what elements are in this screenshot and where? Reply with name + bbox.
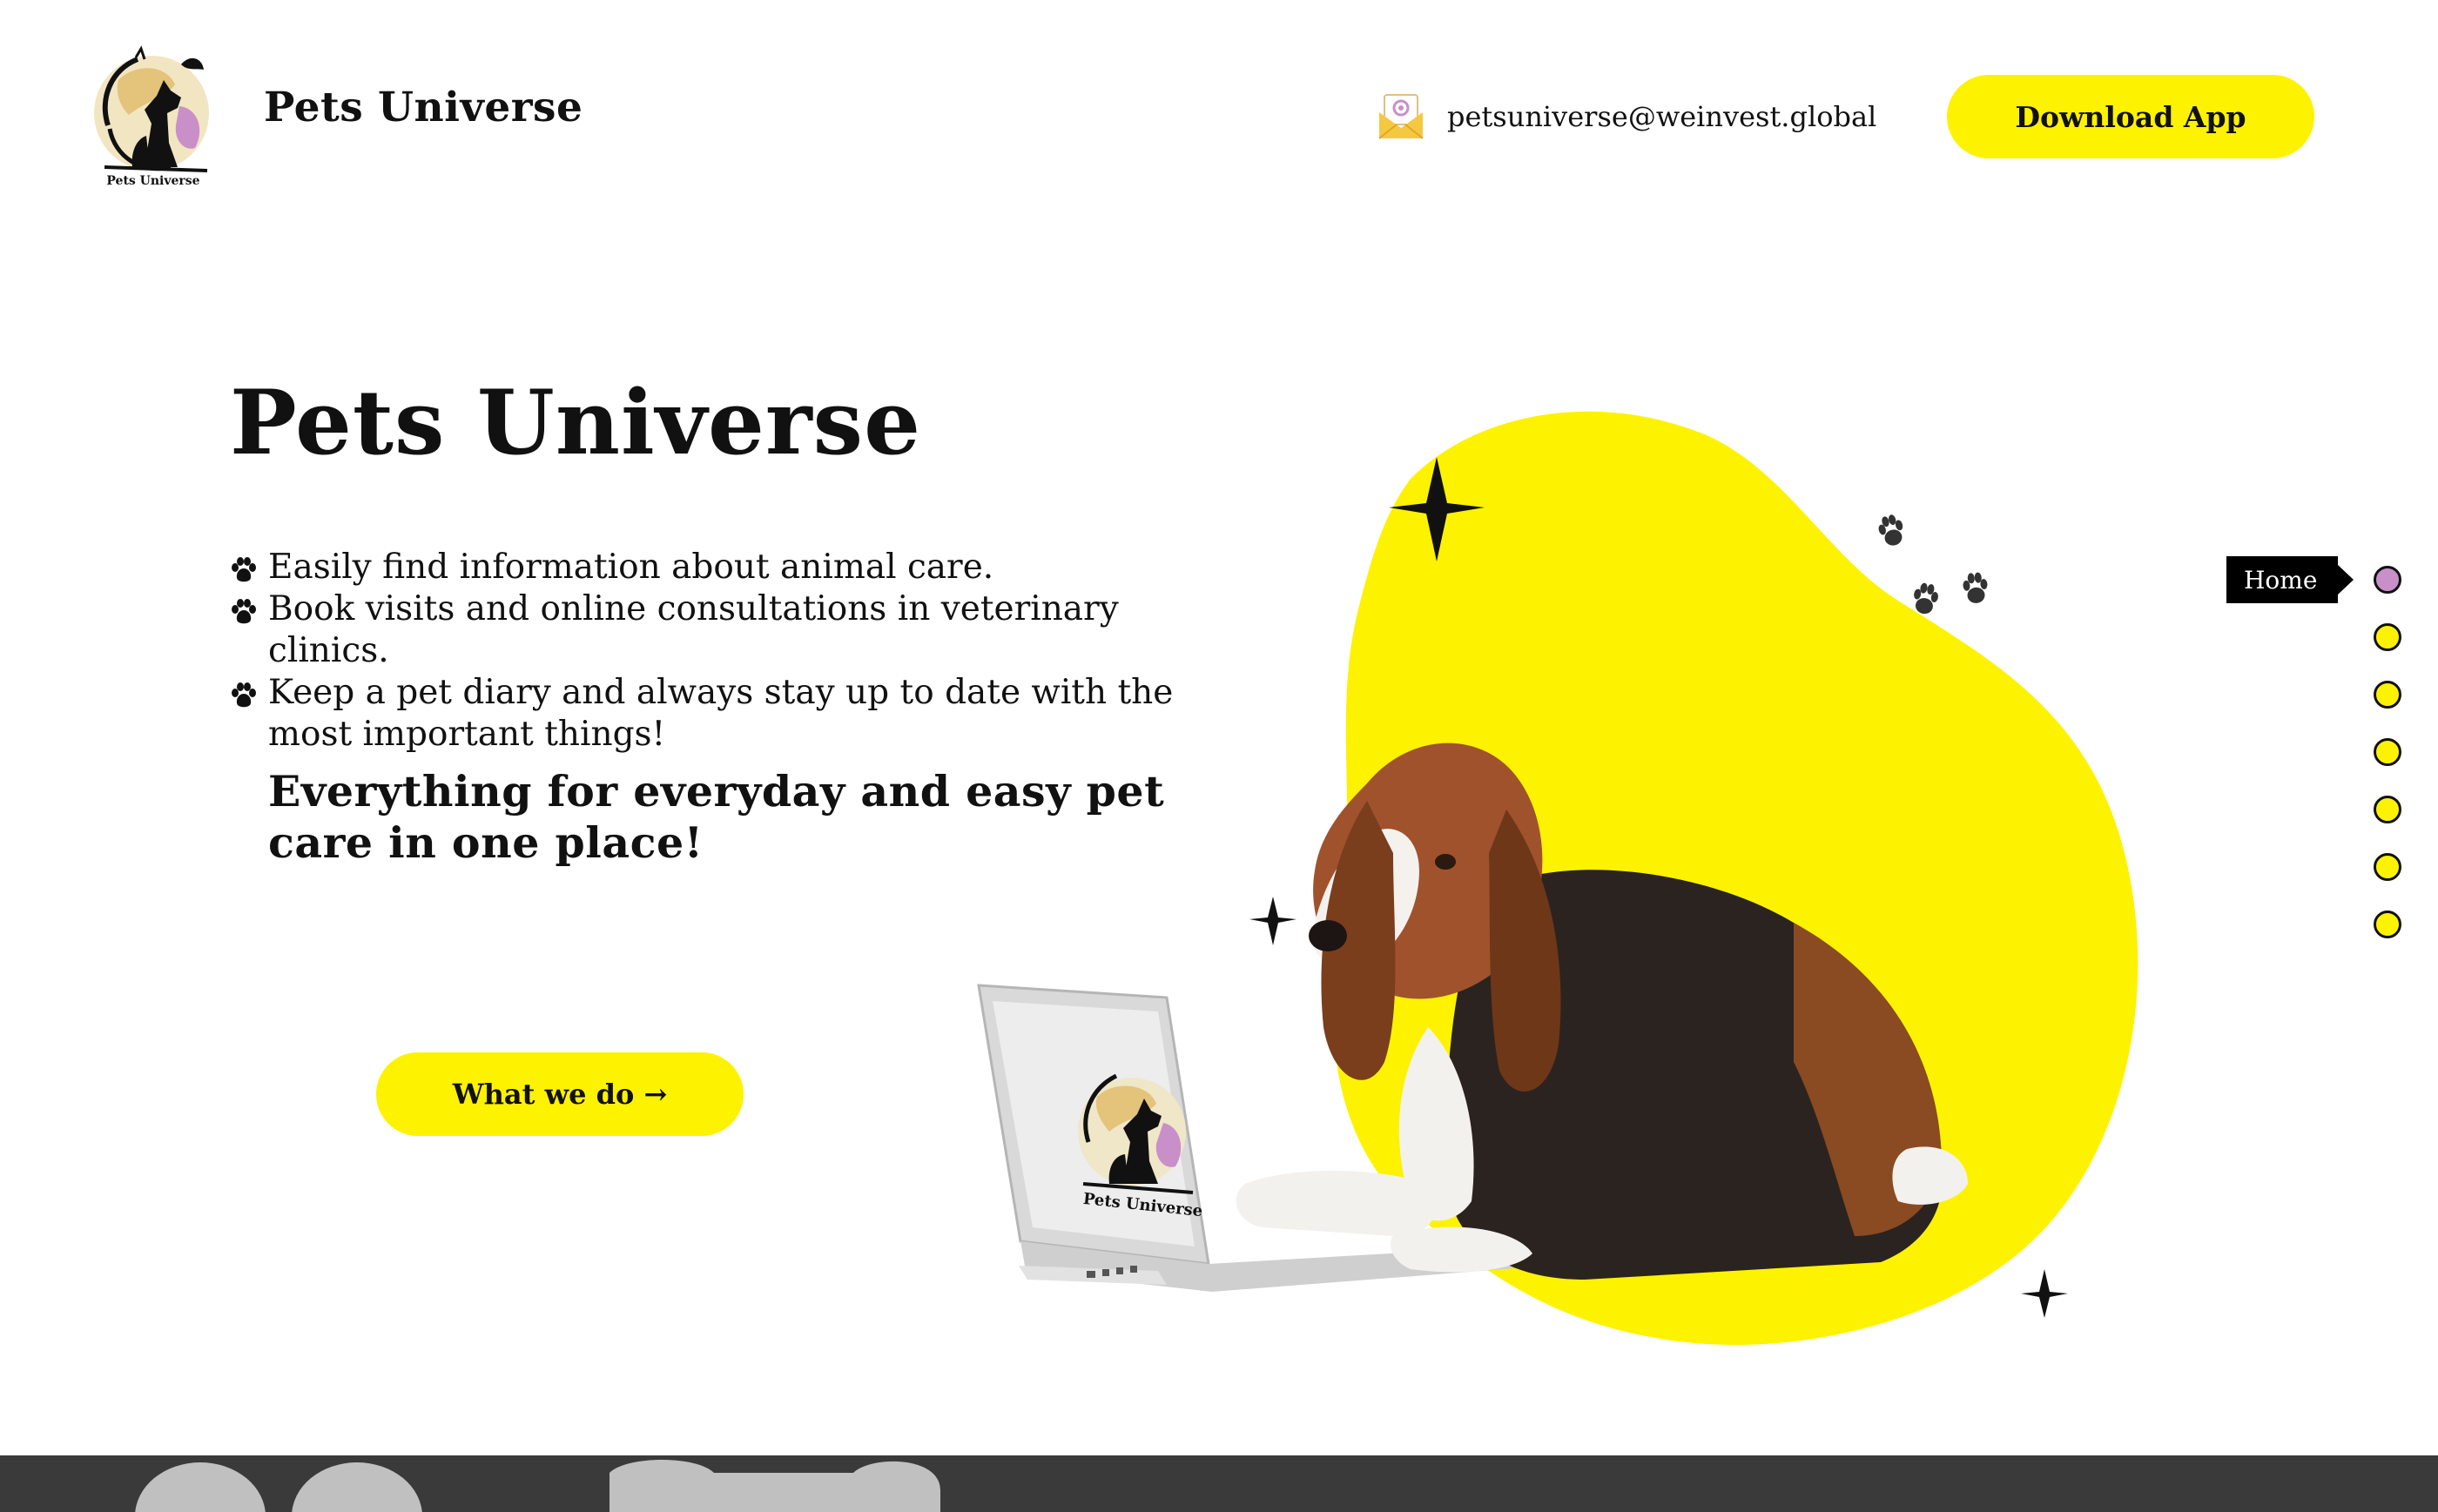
paw-icon [232, 599, 256, 624]
nav-dot[interactable] [2374, 853, 2401, 881]
nav-dot-home[interactable] [2374, 566, 2401, 594]
hero-title: Pets Universe [230, 371, 921, 475]
mail-envelope-icon [1378, 94, 1424, 139]
hero-illustration: Pets Universe [977, 411, 2138, 1345]
svg-text:Pets Universe: Pets Universe [106, 174, 199, 188]
nav-dot[interactable] [2374, 681, 2401, 709]
download-app-button[interactable]: Download App [1947, 75, 2314, 158]
nav-dot[interactable] [2374, 738, 2401, 766]
section-tooltip: Home [2226, 556, 2354, 603]
sparkle-icon [2021, 1269, 2068, 1318]
pets-universe-logo-icon: Pets Universe [94, 45, 209, 188]
nav-dot[interactable] [2374, 623, 2401, 651]
chalk-bones-decor-icon [135, 1460, 940, 1512]
paw-icon [232, 557, 256, 582]
brand-name[interactable]: Pets Universe [264, 87, 583, 128]
nav-dot[interactable] [2374, 911, 2401, 938]
nav-dot[interactable] [2374, 796, 2401, 823]
sparkle-icon [1249, 897, 1296, 945]
feature-text: Easily find information about animal car… [268, 548, 994, 587]
contact-email: petsuniverse@weinvest.global [1447, 100, 1877, 133]
paw-icon [232, 682, 256, 708]
contact-email-link[interactable]: petsuniverse@weinvest.global [1376, 91, 1876, 143]
brand-logo[interactable]: Pets Universe [84, 45, 223, 192]
next-section-preview [0, 1455, 2438, 1512]
what-we-do-button[interactable]: What we do → [376, 1052, 744, 1136]
